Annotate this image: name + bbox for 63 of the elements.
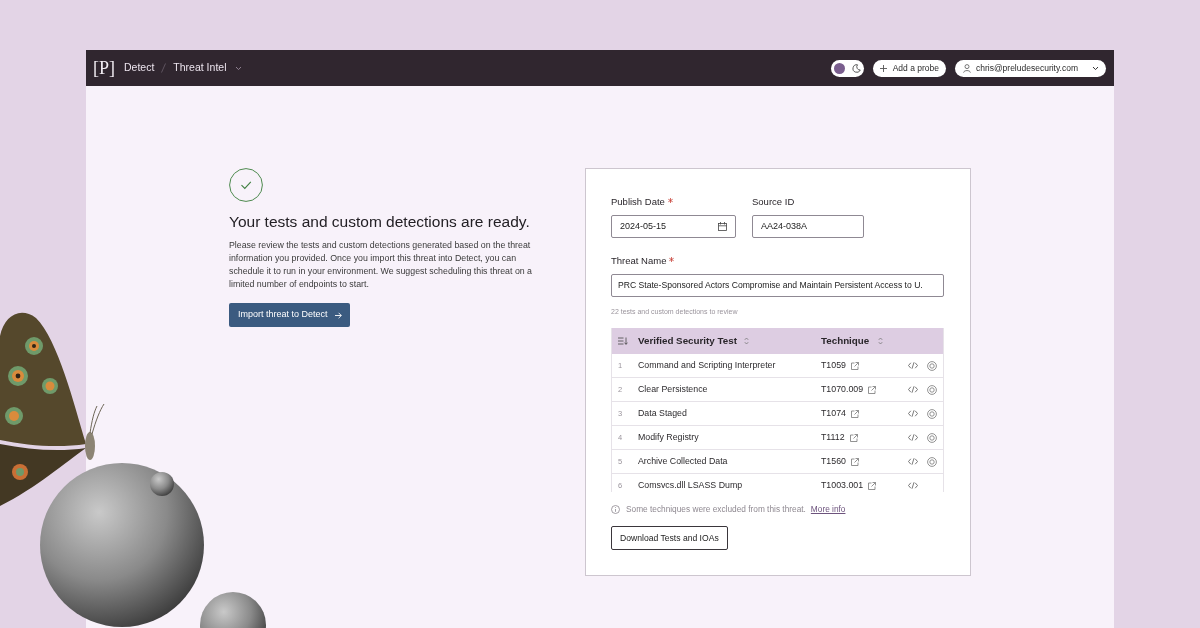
target-icon[interactable] [927,360,937,371]
logo: [P] [93,58,115,78]
arrow-right-icon [334,311,342,319]
user-menu[interactable]: chris@preludesecurity.com [955,59,1106,77]
description-text: Please review the tests and custom detections generated based on the threat information you provided. Once you import this threat into Detect, you can schedule it to run in your environment. We suggest scheduling this threat on a limited number of endpoints to start. [229,239,534,291]
chevron-down-icon [1092,65,1099,71]
more-info-link[interactable]: More info [810,502,846,516]
plus-icon [879,64,887,72]
separator-icon [161,63,167,73]
technique-id: T1070.009 [821,382,864,396]
calendar-icon [718,222,727,231]
technique-id: T1003.001 [821,478,864,492]
target-icon[interactable] [927,432,937,443]
test-name: Modify Registry [638,430,700,444]
test-name: Clear Persistence [638,382,709,396]
target-icon[interactable] [927,408,937,419]
external-link-icon[interactable] [868,481,877,490]
column-header[interactable]: Verified Security Test [638,333,821,349]
external-link-icon[interactable] [868,385,877,394]
field-label: Source ID [752,196,795,208]
external-link-icon[interactable] [850,409,859,418]
import-threat-button[interactable]: Import threat to Detect [229,303,350,327]
breadcrumb-link[interactable]: Detect [124,60,155,76]
technique-id: T1560 [821,454,846,468]
breadcrumb-menu[interactable]: Threat Intel [173,60,243,76]
technique-id: T1112 [821,430,845,444]
target-icon[interactable] [927,384,937,395]
chevron-down-icon [235,65,243,71]
toggle-knob-icon [833,62,845,74]
threat-name-input[interactable]: PRC State-Sponsored Actors Compromise and Maintain Persistent Access to U. [611,274,944,297]
code-icon[interactable] [908,386,918,393]
user-icon [963,63,971,73]
code-icon[interactable] [908,458,918,465]
test-name: Comsvcs.dll LSASS Dump [638,478,744,492]
code-icon[interactable] [908,482,918,489]
technique-id: T1059 [821,358,846,372]
target-icon[interactable] [927,456,937,467]
excluded-notice: Some techniques were excluded from this threat. [626,502,806,516]
external-link-icon[interactable] [849,433,858,442]
source-id-input[interactable]: AA24-038A [752,215,864,238]
field-label: Threat Name [611,255,667,267]
download-button[interactable]: Download Tests and IOAs [611,526,728,550]
code-icon[interactable] [908,362,918,369]
success-check-icon [229,168,263,202]
technique-id: T1074 [821,406,846,420]
test-name: Command and Scripting Interpreter [638,358,777,372]
info-icon [611,504,620,514]
date-input[interactable]: 2024-05-15 [611,215,736,238]
code-icon[interactable] [908,434,918,441]
test-name: Archive Collected Data [638,454,729,468]
column-header[interactable]: Technique [821,333,906,349]
external-link-icon[interactable] [850,457,859,466]
field-label: Publish Date [611,196,665,208]
code-icon[interactable] [908,410,918,417]
add-probe-button[interactable]: Add a probe [872,59,946,77]
moon-icon [851,63,861,73]
success-heading: Your tests and custom detections are ready. [229,212,531,232]
sort-arrows-icon[interactable] [878,337,884,345]
external-link-icon[interactable] [850,361,859,370]
test-name: Data Staged [638,406,688,420]
theme-toggle[interactable] [830,59,864,77]
sort-icon[interactable] [618,337,628,345]
sort-arrows-icon[interactable] [743,337,749,345]
